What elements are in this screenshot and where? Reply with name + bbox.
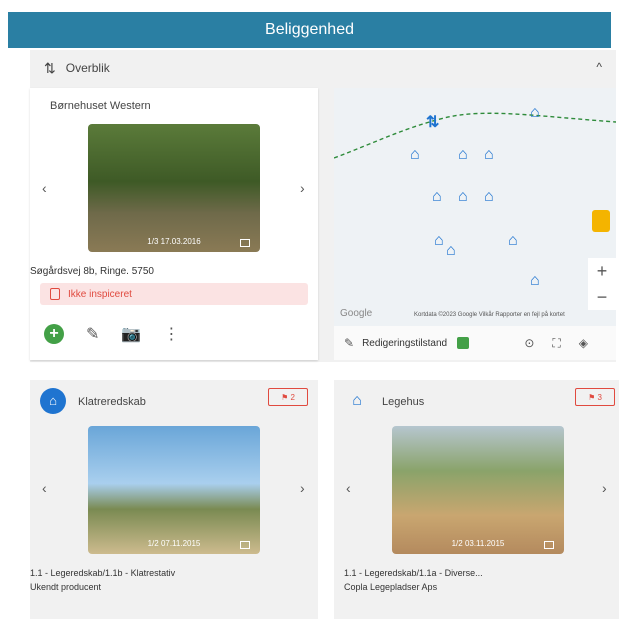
google-logo: Google	[340, 308, 373, 319]
map-view[interactable]: ⇅ ⌂ ⌂ ⌂ ⌂ ⌂ ⌂ ⌂ ⌂ ⌂ ⌂ ⌂ + − Google Kortd…	[334, 88, 616, 360]
location-name: Børnehuset Western	[50, 100, 151, 112]
edit-mode-label[interactable]: Redigeringstilstand	[362, 338, 447, 349]
item-card[interactable]: ⌂ Klatreredskab ⚑ 2 ‹ 1/2 07.11.2015 › 1…	[30, 380, 318, 619]
page-title: Beliggenhed	[265, 21, 354, 38]
overview-label: Overblik	[65, 61, 110, 75]
status-badge: Ikke inspiceret	[40, 283, 308, 305]
action-bar: + ✎ 📷 ⋮	[44, 324, 179, 344]
photo-caption: 1/3 17.03.2016	[147, 237, 201, 246]
flag-badge[interactable]: ⚑ 2	[268, 388, 308, 406]
flag-icon: ⚑	[588, 392, 598, 402]
add-button[interactable]: +	[44, 324, 64, 344]
overview-bar[interactable]: ⇅ Overblik ^	[30, 50, 616, 86]
flag-icon: ⚑	[281, 392, 291, 402]
play-equipment-marker[interactable]: ⌂	[458, 188, 468, 206]
item-photo[interactable]: 1/2 03.11.2015	[392, 426, 564, 554]
prev-photo-arrow[interactable]: ‹	[346, 480, 351, 496]
house-icon: ⌂	[352, 392, 362, 409]
camera-icon[interactable]: 📷	[121, 324, 141, 344]
play-equipment-marker[interactable]: ⌂	[530, 272, 540, 290]
location-photo[interactable]: 1/3 17.03.2016	[88, 124, 260, 252]
map-attribution[interactable]: Kortdata ©2023 Google Vilkår Rapporter e…	[414, 312, 565, 318]
photo-caption: 1/2 03.11.2015	[451, 539, 505, 548]
flag-count: 2	[290, 392, 295, 402]
play-equipment-marker[interactable]: ⌂	[434, 232, 444, 250]
map-boundary	[334, 112, 616, 159]
signpost-map-icon[interactable]: ⇅	[426, 112, 439, 132]
image-icon	[240, 239, 250, 247]
street-view-icon[interactable]	[592, 210, 610, 232]
next-photo-arrow[interactable]: ›	[602, 480, 607, 496]
map-controls[interactable]: ⊙⛶◈	[524, 336, 606, 351]
location-address: Søgårdsvej 8b, Ringe. 5750	[30, 266, 154, 277]
chevron-up-icon[interactable]: ^	[596, 60, 602, 74]
item-description: 1.1 - Legeredskab/1.1a - Diverse... Copl…	[344, 566, 483, 594]
next-photo-arrow[interactable]: ›	[300, 480, 305, 496]
image-icon	[544, 541, 554, 549]
pencil-icon: ✎	[344, 336, 355, 350]
map-toolbar: ✎ Redigeringstilstand ⊙⛶◈	[334, 326, 616, 360]
save-icon[interactable]	[457, 337, 470, 349]
play-equipment-marker[interactable]: ⌂	[458, 146, 468, 164]
play-equipment-marker[interactable]: ⌂	[432, 188, 442, 206]
item-photo[interactable]: 1/2 07.11.2015	[88, 426, 260, 554]
edit-icon[interactable]: ✎	[86, 324, 99, 344]
house-icon: ⌂	[40, 388, 66, 414]
page-header: Beliggenhed	[8, 12, 611, 48]
next-photo-arrow[interactable]: ›	[300, 180, 305, 196]
signpost-icon: ⇅	[44, 59, 56, 76]
item-title: Klatreredskab	[78, 396, 146, 408]
status-text: Ikke inspiceret	[68, 288, 132, 300]
clipboard-icon	[50, 288, 60, 300]
zoom-in-button[interactable]: +	[588, 258, 616, 284]
flag-badge[interactable]: ⚑ 3	[575, 388, 615, 406]
item-producer: Ukendt producent	[30, 582, 102, 592]
prev-photo-arrow[interactable]: ‹	[42, 180, 47, 196]
item-path: 1.1 - Legeredskab/1.1a - Diverse...	[344, 568, 483, 578]
item-path: 1.1 - Legeredskab/1.1b - Klatrestativ	[30, 568, 176, 578]
play-equipment-marker[interactable]: ⌂	[484, 146, 494, 164]
play-equipment-marker[interactable]: ⌂	[410, 146, 420, 164]
play-equipment-marker[interactable]: ⌂	[484, 188, 494, 206]
flag-count: 3	[597, 392, 602, 402]
play-equipment-marker[interactable]: ⌂	[530, 104, 540, 122]
location-card: Børnehuset Western ‹ 1/3 17.03.2016 › Sø…	[30, 88, 318, 360]
play-equipment-marker[interactable]: ⌂	[446, 242, 456, 260]
zoom-out-button[interactable]: −	[588, 284, 616, 310]
more-icon[interactable]: ⋮	[163, 324, 179, 344]
item-producer: Copla Legepladser Aps	[344, 582, 438, 592]
item-card[interactable]: ⌂ Legehus ⚑ 3 ‹ 1/2 03.11.2015 › 1.1 - L…	[334, 380, 619, 619]
overview-panel: ⇅ Overblik ^ Børnehuset Western ‹ 1/3 17…	[30, 50, 616, 362]
photo-caption: 1/2 07.11.2015	[147, 539, 201, 548]
item-description: 1.1 - Legeredskab/1.1b - Klatrestativ Uk…	[30, 566, 175, 594]
item-title: Legehus	[382, 396, 425, 408]
image-icon	[240, 541, 250, 549]
prev-photo-arrow[interactable]: ‹	[42, 480, 47, 496]
play-equipment-marker[interactable]: ⌂	[508, 232, 518, 250]
